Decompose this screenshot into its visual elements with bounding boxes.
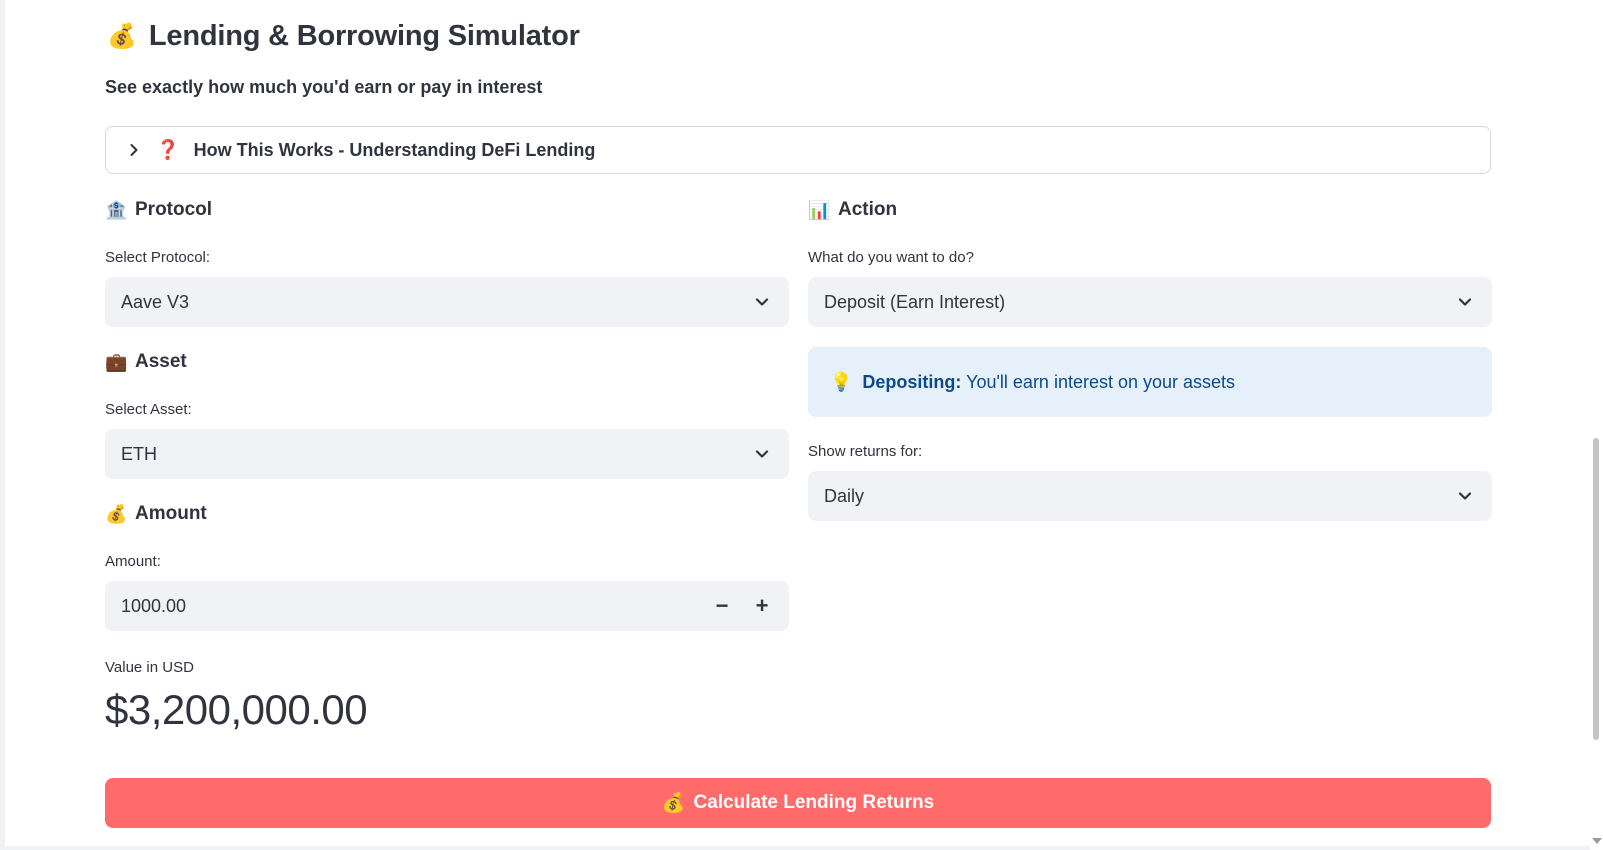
decrement-button[interactable]: −	[705, 589, 739, 623]
returns-period-value: Daily	[824, 485, 865, 506]
amount-heading-text: Amount	[135, 503, 207, 524]
action-heading: 📊 Action	[808, 196, 1492, 224]
asset-heading: 💼 Asset	[105, 348, 789, 376]
chevron-down-icon	[753, 445, 771, 463]
page-subtitle: See exactly how much you'd earn or pay i…	[105, 77, 543, 97]
info-box-wrapper: 💡 Depositing: You'll earn interest on yo…	[808, 347, 1492, 417]
protocol-label: Select Protocol:	[105, 249, 211, 266]
chevron-right-icon	[126, 142, 142, 158]
asset-select-value: ETH	[121, 443, 157, 464]
calculate-button-label: Calculate Lending Returns	[693, 792, 935, 813]
page-title: Lending & Borrowing Simulator	[148, 19, 580, 52]
question-mark-icon: ❓	[156, 139, 180, 161]
money-bag-icon: 💰	[105, 503, 128, 524]
page: 💰 Lending & Borrowing Simulator See exac…	[0, 0, 1603, 850]
protocol-select-value: Aave V3	[121, 291, 190, 312]
info-message: Depositing: You'll earn interest on your…	[862, 372, 1235, 393]
protocol-select[interactable]: Aave V3	[105, 277, 789, 327]
page-title-row: 💰 Lending & Borrowing Simulator	[107, 16, 580, 56]
bar-chart-icon: 📊	[808, 199, 831, 220]
action-heading-text: Action	[838, 199, 898, 220]
info-message-text: You'll earn interest on your assets	[966, 371, 1236, 392]
usd-value-label: Value in USD	[105, 659, 194, 676]
action-select-value: Deposit (Earn Interest)	[824, 291, 1006, 312]
how-it-works-expander[interactable]: ❓ How This Works - Understanding DeFi Le…	[105, 126, 1491, 174]
returns-period-select[interactable]: Daily	[808, 471, 1492, 521]
chevron-down-icon	[753, 293, 771, 311]
money-bag-icon: 💰	[107, 22, 137, 50]
action-select[interactable]: Deposit (Earn Interest)	[808, 277, 1492, 327]
left-rail	[0, 0, 5, 850]
bank-icon: 🏦	[105, 199, 128, 220]
scroll-down-arrow-icon[interactable]	[1592, 838, 1602, 844]
briefcase-icon: 💼	[105, 351, 128, 372]
protocol-heading-text: Protocol	[135, 199, 213, 220]
action-label: What do you want to do?	[808, 249, 974, 266]
asset-select[interactable]: ETH	[105, 429, 789, 479]
asset-heading-text: Asset	[135, 351, 187, 372]
usd-value: $3,200,000.00	[105, 686, 368, 733]
amount-label: Amount:	[105, 553, 161, 570]
amount-steppers: − +	[705, 589, 779, 623]
expander-label: How This Works - Understanding DeFi Lend…	[193, 139, 596, 160]
chevron-down-icon	[1456, 293, 1474, 311]
money-bag-icon: 💰	[661, 793, 686, 814]
amount-heading: 💰 Amount	[105, 500, 789, 528]
amount-input[interactable]	[121, 595, 521, 617]
vertical-scrollbar[interactable]	[1590, 0, 1603, 850]
right-column: 📊 Action What do you want to do? Deposit…	[808, 196, 1492, 521]
bottom-edge	[0, 846, 1590, 850]
scrollbar-thumb[interactable]	[1593, 438, 1599, 740]
protocol-heading: 🏦 Protocol	[105, 196, 789, 224]
chevron-down-icon	[1456, 487, 1474, 505]
returns-label: Show returns for:	[808, 443, 923, 460]
depositing-info-box: 💡 Depositing: You'll earn interest on yo…	[808, 347, 1492, 417]
amount-number-input: − +	[105, 581, 789, 631]
left-column: 🏦 Protocol Select Protocol: Aave V3 💼 As…	[105, 196, 789, 734]
lightbulb-icon: 💡	[830, 371, 853, 392]
calculate-lending-returns-button[interactable]: 💰 Calculate Lending Returns	[105, 778, 1491, 828]
increment-button[interactable]: +	[745, 589, 779, 623]
info-message-bold: Depositing:	[862, 371, 962, 392]
asset-label: Select Asset:	[105, 401, 192, 418]
